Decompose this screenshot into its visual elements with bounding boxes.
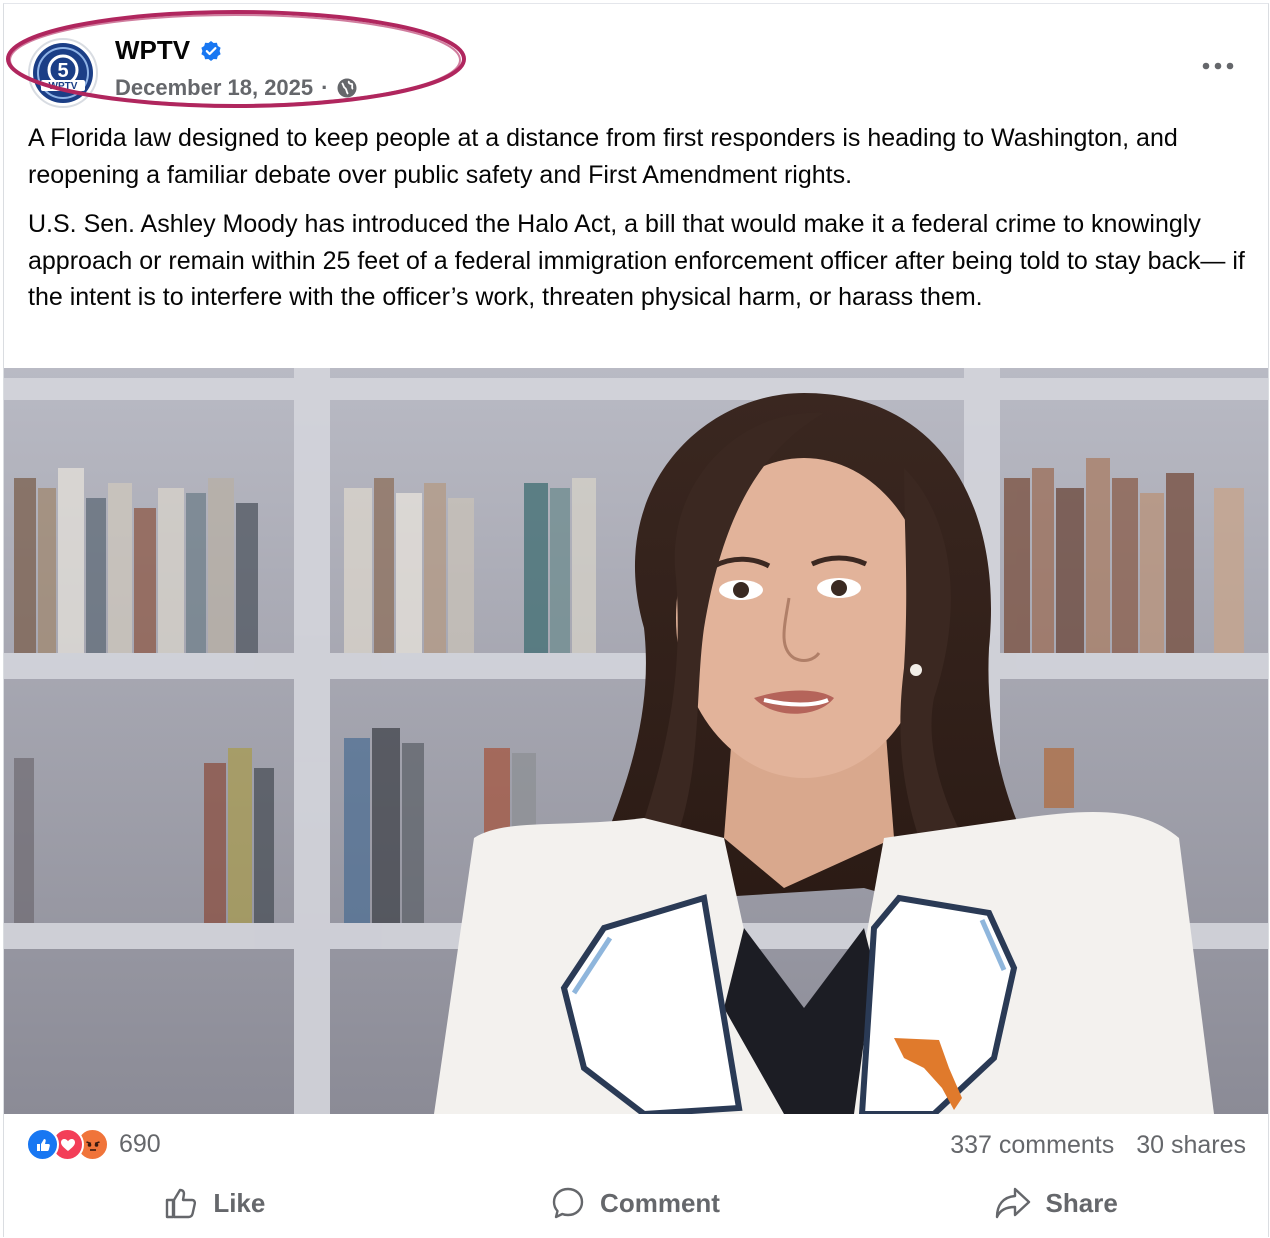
meta-separator: · xyxy=(321,75,329,100)
post-paragraph-2: U.S. Sen. Ashley Moody has introduced th… xyxy=(28,210,1245,311)
page-name[interactable]: WPTV xyxy=(115,35,190,66)
post-actions-bar: Like Comment Share xyxy=(4,1175,1266,1231)
reactions-summary[interactable]: 690 xyxy=(26,1128,161,1161)
comment-label: Comment xyxy=(600,1187,720,1218)
shares-count[interactable]: 30 shares xyxy=(1136,1131,1246,1160)
reaction-count: 690 xyxy=(119,1130,161,1158)
post-photo[interactable] xyxy=(4,368,1268,1114)
verified-badge-icon xyxy=(201,40,221,61)
share-arrow-icon xyxy=(995,1187,1030,1219)
svg-text:5: 5 xyxy=(57,60,68,82)
svg-text:WPTV: WPTV xyxy=(49,81,78,92)
comment-bubble-icon xyxy=(552,1187,584,1219)
like-button[interactable]: Like xyxy=(4,1175,425,1231)
post-text: A Florida law designed to keep people at… xyxy=(28,120,1253,329)
post-paragraph-1: A Florida law designed to keep people at… xyxy=(28,124,1178,189)
share-button[interactable]: Share xyxy=(845,1175,1266,1231)
more-options-button[interactable] xyxy=(1196,52,1240,80)
like-label: Like xyxy=(213,1187,266,1218)
wptv-logo-icon: 5 WPTV xyxy=(33,43,93,103)
thumbs-up-icon xyxy=(166,1188,197,1219)
page-name-row: WPTV xyxy=(115,35,222,66)
like-icon xyxy=(26,1128,59,1161)
post-date[interactable]: December 18, 2025 xyxy=(115,75,313,101)
engagement-stats: 337 comments 30 shares xyxy=(950,1131,1246,1160)
more-dots-icon xyxy=(1202,62,1234,70)
comments-count[interactable]: 337 comments xyxy=(950,1131,1114,1160)
comment-button[interactable]: Comment xyxy=(425,1175,846,1231)
globe-icon xyxy=(337,78,357,98)
share-label: Share xyxy=(1045,1187,1118,1218)
post-meta: December 18, 2025 · xyxy=(115,75,358,101)
photo-illustration xyxy=(4,368,1268,1114)
page-avatar[interactable]: 5 WPTV xyxy=(28,38,98,108)
